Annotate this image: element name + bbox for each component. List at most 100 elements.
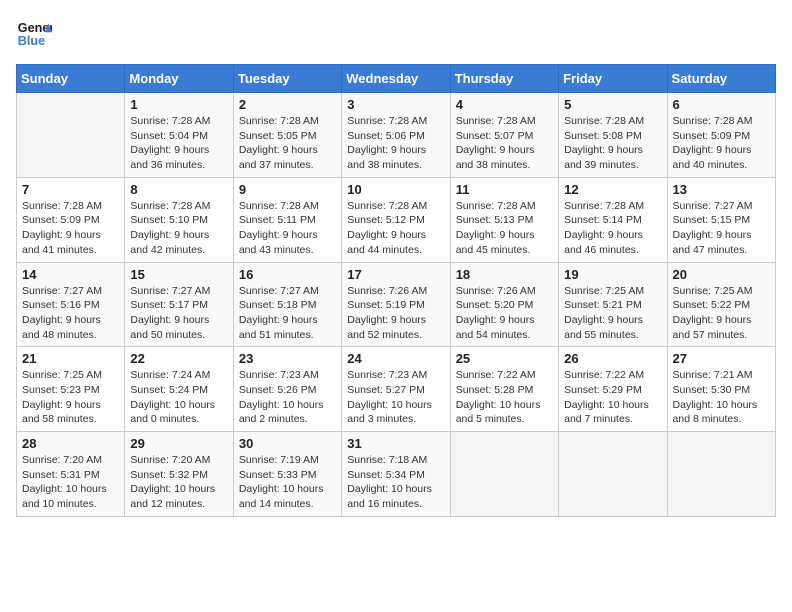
- day-number: 12: [564, 182, 661, 197]
- calendar-cell: [450, 432, 558, 517]
- day-number: 15: [130, 267, 227, 282]
- dow-sunday: Sunday: [17, 65, 125, 93]
- day-info: Sunrise: 7:27 AMSunset: 5:17 PMDaylight:…: [130, 284, 227, 343]
- dow-monday: Monday: [125, 65, 233, 93]
- calendar-cell: 24 Sunrise: 7:23 AMSunset: 5:27 PMDayligh…: [342, 347, 450, 432]
- calendar-cell: 20 Sunrise: 7:25 AMSunset: 5:22 PMDayligh…: [667, 262, 775, 347]
- day-info: Sunrise: 7:28 AMSunset: 5:14 PMDaylight:…: [564, 199, 661, 258]
- day-number: 14: [22, 267, 119, 282]
- calendar-cell: [559, 432, 667, 517]
- day-info: Sunrise: 7:28 AMSunset: 5:04 PMDaylight:…: [130, 114, 227, 173]
- calendar-cell: 13 Sunrise: 7:27 AMSunset: 5:15 PMDayligh…: [667, 177, 775, 262]
- day-number: 18: [456, 267, 553, 282]
- day-number: 7: [22, 182, 119, 197]
- calendar-cell: 1 Sunrise: 7:28 AMSunset: 5:04 PMDaylight…: [125, 93, 233, 178]
- day-info: Sunrise: 7:27 AMSunset: 5:18 PMDaylight:…: [239, 284, 336, 343]
- day-number: 29: [130, 436, 227, 451]
- calendar-cell: 26 Sunrise: 7:22 AMSunset: 5:29 PMDayligh…: [559, 347, 667, 432]
- calendar-cell: 14 Sunrise: 7:27 AMSunset: 5:16 PMDayligh…: [17, 262, 125, 347]
- day-info: Sunrise: 7:19 AMSunset: 5:33 PMDaylight:…: [239, 453, 336, 512]
- calendar-cell: 23 Sunrise: 7:23 AMSunset: 5:26 PMDayligh…: [233, 347, 341, 432]
- day-number: 25: [456, 351, 553, 366]
- calendar-cell: 21 Sunrise: 7:25 AMSunset: 5:23 PMDayligh…: [17, 347, 125, 432]
- day-number: 11: [456, 182, 553, 197]
- dow-thursday: Thursday: [450, 65, 558, 93]
- calendar-cell: 9 Sunrise: 7:28 AMSunset: 5:11 PMDaylight…: [233, 177, 341, 262]
- week-row-3: 21 Sunrise: 7:25 AMSunset: 5:23 PMDayligh…: [17, 347, 776, 432]
- day-info: Sunrise: 7:28 AMSunset: 5:05 PMDaylight:…: [239, 114, 336, 173]
- logo-icon: General Blue: [16, 16, 52, 52]
- day-info: Sunrise: 7:22 AMSunset: 5:28 PMDaylight:…: [456, 368, 553, 427]
- day-info: Sunrise: 7:25 AMSunset: 5:22 PMDaylight:…: [673, 284, 770, 343]
- day-number: 9: [239, 182, 336, 197]
- day-number: 20: [673, 267, 770, 282]
- day-info: Sunrise: 7:21 AMSunset: 5:30 PMDaylight:…: [673, 368, 770, 427]
- day-number: 31: [347, 436, 444, 451]
- day-info: Sunrise: 7:28 AMSunset: 5:09 PMDaylight:…: [22, 199, 119, 258]
- day-number: 30: [239, 436, 336, 451]
- day-info: Sunrise: 7:26 AMSunset: 5:19 PMDaylight:…: [347, 284, 444, 343]
- day-number: 1: [130, 97, 227, 112]
- calendar-cell: 29 Sunrise: 7:20 AMSunset: 5:32 PMDayligh…: [125, 432, 233, 517]
- day-number: 6: [673, 97, 770, 112]
- day-info: Sunrise: 7:23 AMSunset: 5:27 PMDaylight:…: [347, 368, 444, 427]
- dow-tuesday: Tuesday: [233, 65, 341, 93]
- day-number: 16: [239, 267, 336, 282]
- day-info: Sunrise: 7:26 AMSunset: 5:20 PMDaylight:…: [456, 284, 553, 343]
- day-info: Sunrise: 7:28 AMSunset: 5:09 PMDaylight:…: [673, 114, 770, 173]
- calendar-cell: 31 Sunrise: 7:18 AMSunset: 5:34 PMDayligh…: [342, 432, 450, 517]
- dow-saturday: Saturday: [667, 65, 775, 93]
- calendar-cell: 19 Sunrise: 7:25 AMSunset: 5:21 PMDayligh…: [559, 262, 667, 347]
- day-info: Sunrise: 7:28 AMSunset: 5:07 PMDaylight:…: [456, 114, 553, 173]
- day-number: 17: [347, 267, 444, 282]
- day-number: 10: [347, 182, 444, 197]
- day-info: Sunrise: 7:28 AMSunset: 5:11 PMDaylight:…: [239, 199, 336, 258]
- logo: General Blue: [16, 16, 52, 52]
- calendar-cell: 12 Sunrise: 7:28 AMSunset: 5:14 PMDayligh…: [559, 177, 667, 262]
- calendar-cell: 6 Sunrise: 7:28 AMSunset: 5:09 PMDaylight…: [667, 93, 775, 178]
- calendar-cell: 22Sunrise: 7:24 AMSunset: 5:24 PMDayligh…: [125, 347, 233, 432]
- day-number: 23: [239, 351, 336, 366]
- day-info: Sunrise: 7:18 AMSunset: 5:34 PMDaylight:…: [347, 453, 444, 512]
- calendar-cell: 5Sunrise: 7:28 AMSunset: 5:08 PMDaylight…: [559, 93, 667, 178]
- day-number: 24: [347, 351, 444, 366]
- day-number: 4: [456, 97, 553, 112]
- dow-friday: Friday: [559, 65, 667, 93]
- day-info: Sunrise: 7:28 AMSunset: 5:06 PMDaylight:…: [347, 114, 444, 173]
- day-info: Sunrise: 7:25 AMSunset: 5:21 PMDaylight:…: [564, 284, 661, 343]
- day-info: Sunrise: 7:22 AMSunset: 5:29 PMDaylight:…: [564, 368, 661, 427]
- day-info: Sunrise: 7:28 AMSunset: 5:08 PMDaylight:…: [564, 114, 661, 173]
- calendar-cell: 7 Sunrise: 7:28 AMSunset: 5:09 PMDaylight…: [17, 177, 125, 262]
- week-row-1: 7 Sunrise: 7:28 AMSunset: 5:09 PMDaylight…: [17, 177, 776, 262]
- calendar-cell: [667, 432, 775, 517]
- calendar-cell: 11 Sunrise: 7:28 AMSunset: 5:13 PMDayligh…: [450, 177, 558, 262]
- day-info: Sunrise: 7:27 AMSunset: 5:15 PMDaylight:…: [673, 199, 770, 258]
- calendar-cell: 27Sunrise: 7:21 AMSunset: 5:30 PMDayligh…: [667, 347, 775, 432]
- day-number: 13: [673, 182, 770, 197]
- week-row-0: 1 Sunrise: 7:28 AMSunset: 5:04 PMDaylight…: [17, 93, 776, 178]
- day-info: Sunrise: 7:28 AMSunset: 5:13 PMDaylight:…: [456, 199, 553, 258]
- day-number: 26: [564, 351, 661, 366]
- day-number: 21: [22, 351, 119, 366]
- day-number: 2: [239, 97, 336, 112]
- day-info: Sunrise: 7:20 AMSunset: 5:31 PMDaylight:…: [22, 453, 119, 512]
- calendar-cell: 10Sunrise: 7:28 AMSunset: 5:12 PMDayligh…: [342, 177, 450, 262]
- calendar-cell: 17 Sunrise: 7:26 AMSunset: 5:19 PMDayligh…: [342, 262, 450, 347]
- day-info: Sunrise: 7:27 AMSunset: 5:16 PMDaylight:…: [22, 284, 119, 343]
- day-info: Sunrise: 7:20 AMSunset: 5:32 PMDaylight:…: [130, 453, 227, 512]
- day-info: Sunrise: 7:24 AMSunset: 5:24 PMDaylight:…: [130, 368, 227, 427]
- calendar-table: SundayMondayTuesdayWednesdayThursdayFrid…: [16, 64, 776, 517]
- day-info: Sunrise: 7:25 AMSunset: 5:23 PMDaylight:…: [22, 368, 119, 427]
- week-row-4: 28 Sunrise: 7:20 AMSunset: 5:31 PMDayligh…: [17, 432, 776, 517]
- dow-wednesday: Wednesday: [342, 65, 450, 93]
- day-info: Sunrise: 7:23 AMSunset: 5:26 PMDaylight:…: [239, 368, 336, 427]
- calendar-cell: [17, 93, 125, 178]
- calendar-cell: 18 Sunrise: 7:26 AMSunset: 5:20 PMDayligh…: [450, 262, 558, 347]
- calendar-cell: 16 Sunrise: 7:27 AMSunset: 5:18 PMDayligh…: [233, 262, 341, 347]
- day-number: 19: [564, 267, 661, 282]
- week-row-2: 14 Sunrise: 7:27 AMSunset: 5:16 PMDayligh…: [17, 262, 776, 347]
- day-number: 28: [22, 436, 119, 451]
- calendar-cell: 4 Sunrise: 7:28 AMSunset: 5:07 PMDaylight…: [450, 93, 558, 178]
- page-header: General Blue: [16, 16, 776, 52]
- calendar-cell: 30 Sunrise: 7:19 AMSunset: 5:33 PMDayligh…: [233, 432, 341, 517]
